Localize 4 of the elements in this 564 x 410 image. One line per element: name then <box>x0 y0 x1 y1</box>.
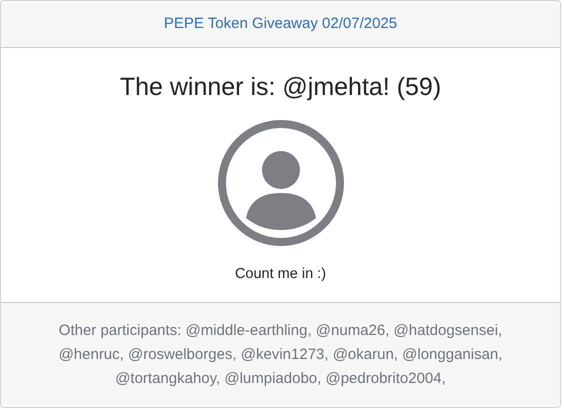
avatar-icon <box>216 118 346 248</box>
winner-heading: The winner is: @jmehta! (59) <box>120 72 442 102</box>
participants-list: Other participants: @middle-earthling, @numa26, @hatdogsensei, @henruc, @roswelborges, @kevin1273, @okarun, @longganisan, @tortangkahoy, @lumpiadobo, @pedrobrito2004, <box>25 319 536 391</box>
winner-comment: Count me in :) <box>234 265 326 284</box>
